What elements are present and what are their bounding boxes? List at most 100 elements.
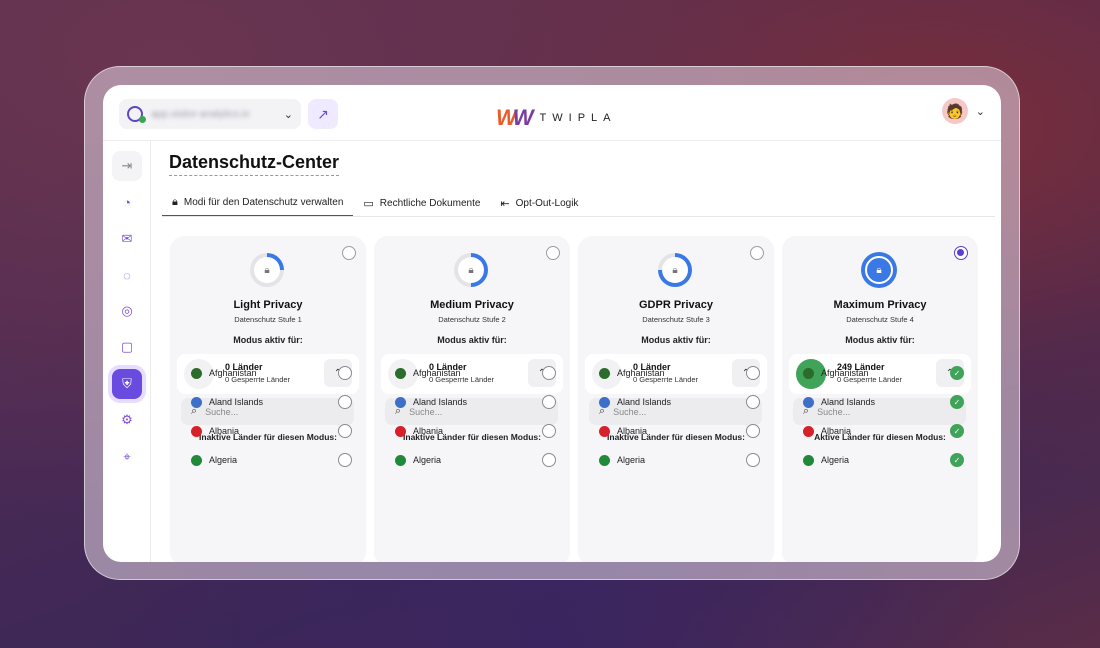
flag-icon: [803, 454, 814, 466]
privacy-gauge: 🔒︎: [658, 253, 692, 287]
country-row[interactable]: Albania: [395, 422, 556, 440]
tab-label: Modi für den Datenschutz verwalten: [183, 196, 344, 208]
country-checkbox[interactable]: [746, 366, 760, 380]
country-name: Algeria: [821, 455, 850, 465]
country-row[interactable]: Algeria: [395, 451, 556, 469]
website-url: app.visitor-analytics.io: [151, 108, 250, 120]
mode-radio[interactable]: [954, 246, 968, 260]
user-menu[interactable]: 🧑 ⌄: [941, 98, 985, 124]
website-selector[interactable]: app.visitor-analytics.io ⌄: [119, 99, 301, 129]
country-name: Afghanistan: [617, 368, 665, 378]
country-row[interactable]: Aland Islands: [599, 393, 760, 411]
flag-icon: [395, 454, 406, 466]
privacy-shield-icon[interactable]: ⛨: [112, 369, 142, 399]
privacy-mode-card[interactable]: 🔒︎ GDPR Privacy Datenschutz Stufe 3 Modus a…: [578, 236, 774, 562]
country-checkbox[interactable]: [542, 395, 556, 409]
chevron-down-icon: ⌄: [283, 108, 293, 121]
folder-icon: ▭: [363, 197, 374, 210]
analytics-icon[interactable]: ◌: [112, 260, 142, 290]
tab-privacy-modes[interactable]: 🔒︎ Modi für den Datenschutz verwalten: [162, 189, 354, 217]
mode-radio[interactable]: [342, 246, 356, 260]
external-link-icon: ↗: [317, 105, 329, 122]
country-checkbox[interactable]: ✓: [950, 453, 964, 467]
mode-name: Light Privacy: [233, 299, 303, 311]
location-icon[interactable]: ⌖: [112, 442, 142, 472]
expand-icon[interactable]: ⇥: [112, 151, 142, 181]
privacy-gauge: 🔒︎: [454, 253, 488, 287]
tab-label: Rechtliche Dokumente: [379, 197, 481, 209]
country-name: Algeria: [617, 455, 646, 465]
flag-icon: [395, 367, 406, 379]
lock-icon: 🔒︎: [172, 195, 178, 208]
mode-active-label: Modus aktiv für:: [641, 335, 711, 345]
country-row[interactable]: Aland Islands: [395, 393, 556, 411]
privacy-mode-card[interactable]: 🔒︎ Medium Privacy Datenschutz Stufe 2 Modus…: [374, 236, 570, 562]
sidebar: ⇥ ◔ ✉ ◌ ◎ ▢ ⛨ ⚙ ⌖: [103, 141, 151, 562]
privacy-mode-card[interactable]: 🔒︎ Light Privacy Datenschutz Stufe 1 Modus …: [170, 236, 366, 562]
chat-icon[interactable]: ▢: [112, 332, 142, 362]
app-window: app.visitor-analytics.io ⌄ ↗ WW TWIPLA 🧑…: [103, 85, 1001, 562]
country-checkbox[interactable]: [338, 424, 352, 438]
flag-icon: [803, 425, 814, 437]
flag-icon: [191, 454, 202, 466]
mode-name: GDPR Privacy: [639, 299, 713, 311]
country-checkbox[interactable]: [338, 453, 352, 467]
settings-icon[interactable]: ⚙: [112, 405, 142, 435]
country-row[interactable]: Afghanistan ✓: [803, 364, 964, 382]
country-checkbox[interactable]: [542, 453, 556, 467]
mode-radio[interactable]: [546, 246, 560, 260]
mode-name: Maximum Privacy: [833, 299, 927, 311]
mode-level: Datenschutz Stufe 1: [234, 315, 302, 324]
country-row[interactable]: Albania: [191, 422, 352, 440]
logo-mark-icon: WW: [496, 105, 533, 130]
tab-divider: [162, 216, 995, 217]
country-row[interactable]: Afghanistan: [191, 364, 352, 382]
privacy-mode-card[interactable]: 🔒︎ Maximum Privacy Datenschutz Stufe 4 Modu…: [782, 236, 978, 562]
mode-level: Datenschutz Stufe 3: [642, 315, 710, 324]
logo-text: TWIPLA: [539, 112, 617, 124]
flag-icon: [599, 396, 610, 408]
country-row[interactable]: Albania: [599, 422, 760, 440]
tab-bar: 🔒︎ Modi für den Datenschutz verwalten ▭ …: [162, 189, 588, 217]
flag-icon: [395, 425, 406, 437]
country-row[interactable]: Aland Islands: [191, 393, 352, 411]
country-row[interactable]: Afghanistan: [599, 364, 760, 382]
privacy-gauge: 🔒︎: [861, 252, 897, 288]
country-name: Algeria: [413, 455, 442, 465]
mode-radio[interactable]: [750, 246, 764, 260]
country-checkbox[interactable]: ✓: [950, 366, 964, 380]
country-checkbox[interactable]: [542, 424, 556, 438]
country-name: Afghanistan: [821, 368, 869, 378]
open-external-button[interactable]: ↗: [308, 99, 338, 129]
country-checkbox[interactable]: ✓: [950, 395, 964, 409]
country-name: Albania: [413, 426, 444, 436]
country-checkbox[interactable]: [338, 366, 352, 380]
country-checkbox[interactable]: ✓: [950, 424, 964, 438]
country-checkbox[interactable]: [542, 366, 556, 380]
tab-opt-out-logic[interactable]: ⇤ Opt-Out-Logik: [490, 189, 588, 217]
country-row[interactable]: Albania ✓: [803, 422, 964, 440]
country-checkbox[interactable]: [746, 453, 760, 467]
logo: WW TWIPLA: [496, 105, 616, 131]
tab-legal-documents[interactable]: ▭ Rechtliche Dokumente: [353, 189, 490, 217]
country-checkbox[interactable]: [746, 424, 760, 438]
mode-name: Medium Privacy: [430, 299, 514, 311]
country-row[interactable]: Aland Islands ✓: [803, 393, 964, 411]
country-row[interactable]: Algeria: [191, 451, 352, 469]
mode-active-label: Modus aktiv für:: [233, 335, 303, 345]
country-checkbox[interactable]: [746, 395, 760, 409]
mode-level: Datenschutz Stufe 4: [846, 315, 914, 324]
dashboard-icon[interactable]: ◔: [112, 187, 142, 217]
recording-icon[interactable]: ◎: [112, 296, 142, 326]
country-row[interactable]: Afghanistan: [395, 364, 556, 382]
country-checkbox[interactable]: [338, 395, 352, 409]
country-name: Albania: [617, 426, 648, 436]
country-row[interactable]: Algeria ✓: [803, 451, 964, 469]
flag-icon: [191, 367, 202, 379]
country-row[interactable]: Algeria: [599, 451, 760, 469]
inbox-icon[interactable]: ✉: [112, 224, 142, 254]
flag-icon: [599, 425, 610, 437]
country-name: Albania: [209, 426, 240, 436]
country-name: Afghanistan: [413, 368, 461, 378]
globe-icon: [127, 106, 146, 123]
